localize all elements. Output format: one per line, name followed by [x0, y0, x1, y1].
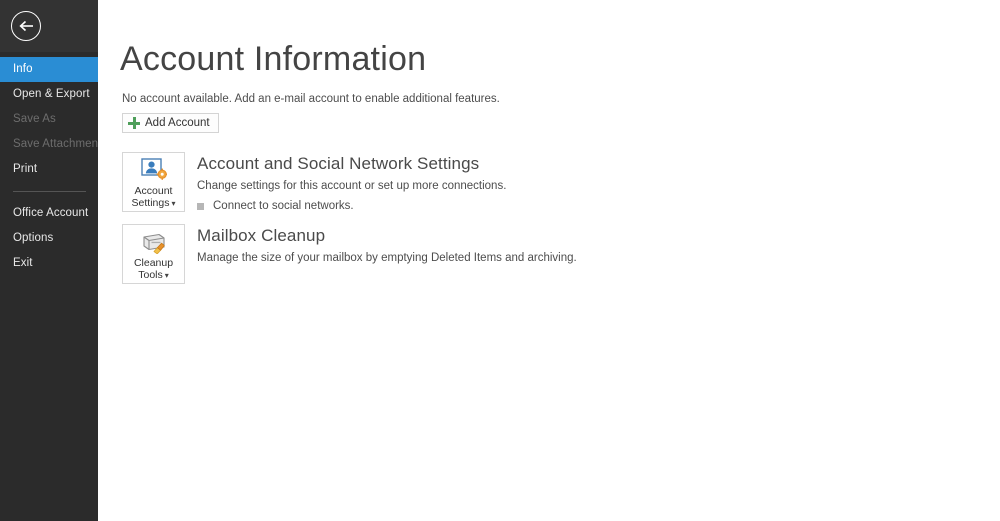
sidebar-item-label: Exit [13, 257, 33, 269]
sidebar-item-label: Info [13, 63, 33, 75]
mailbox-cleanup-text: Mailbox Cleanup Manage the size of your … [197, 224, 577, 264]
button-line-1: Account [134, 185, 173, 197]
button-line-2: Settings [131, 197, 170, 209]
sidebar-item-save-as: Save As [0, 107, 98, 132]
account-settings-button-label: Account Settings ▾ [132, 185, 176, 210]
sidebar-item-print[interactable]: Print [0, 157, 98, 182]
button-line-1: Cleanup [133, 257, 174, 269]
account-settings-text: Account and Social Network Settings Chan… [197, 152, 506, 212]
sidebar-item-label: Open & Export [13, 88, 90, 100]
sidebar-item-exit[interactable]: Exit [0, 251, 98, 276]
sidebar-item-label: Print [13, 163, 38, 175]
sidebar-item-open-export[interactable]: Open & Export [0, 82, 98, 107]
account-settings-title: Account and Social Network Settings [197, 154, 480, 173]
account-settings-button[interactable]: Account Settings ▾ [122, 152, 185, 212]
mailbox-cleanup-section: Cleanup Tools ▾ Mailbox Cleanup Manage th… [122, 224, 1000, 284]
main-content: Account Information No account available… [98, 0, 1000, 521]
square-bullet-icon [197, 202, 204, 210]
account-settings-icon [140, 157, 167, 183]
mailbox-cleanup-description: Manage the size of your mailbox by empty… [197, 252, 577, 264]
sidebar-nav: Info Open & Export Save As Save Attachme… [0, 52, 107, 276]
sidebar-item-label: Save Attachments [13, 138, 108, 150]
connect-social-networks-label: Connect to social networks. [213, 200, 354, 212]
sidebar-item-office-account[interactable]: Office Account [0, 201, 98, 226]
cleanup-tools-button[interactable]: Cleanup Tools ▾ [122, 224, 185, 284]
sidebar-item-label: Options [13, 232, 54, 244]
mailbox-cleanup-title: Mailbox Cleanup [197, 226, 326, 245]
backstage-view: Info Open & Export Save As Save Attachme… [0, 0, 1000, 521]
button-line-2: Tools [138, 269, 163, 281]
sidebar: Info Open & Export Save As Save Attachme… [0, 0, 107, 521]
mailbox-cleanup-icon [140, 229, 168, 255]
account-settings-section: Account Settings ▾ Account and Social Net… [122, 152, 1000, 212]
sidebar-divider [13, 191, 86, 192]
sidebar-item-label: Office Account [13, 207, 89, 219]
chevron-down-icon[interactable]: ▾ [165, 271, 169, 280]
connect-social-networks-row[interactable]: Connect to social networks. [197, 200, 506, 212]
back-arrow-icon[interactable] [11, 11, 41, 41]
page-title: Account Information [120, 40, 427, 78]
sidebar-header [0, 0, 98, 52]
cleanup-tools-button-label: Cleanup Tools ▾ [134, 257, 173, 282]
sidebar-item-label: Save As [13, 113, 56, 125]
sidebar-item-info[interactable]: Info [0, 57, 98, 82]
no-account-message: No account available. Add an e-mail acco… [122, 93, 500, 105]
account-settings-description: Change settings for this account or set … [197, 180, 507, 192]
plus-icon [128, 117, 140, 129]
chevron-down-icon[interactable]: ▾ [171, 199, 175, 208]
add-account-label: Add Account [145, 117, 210, 129]
sidebar-item-save-attachments: Save Attachments [0, 132, 107, 157]
sidebar-item-options[interactable]: Options [0, 226, 98, 251]
add-account-button[interactable]: Add Account [122, 113, 219, 133]
